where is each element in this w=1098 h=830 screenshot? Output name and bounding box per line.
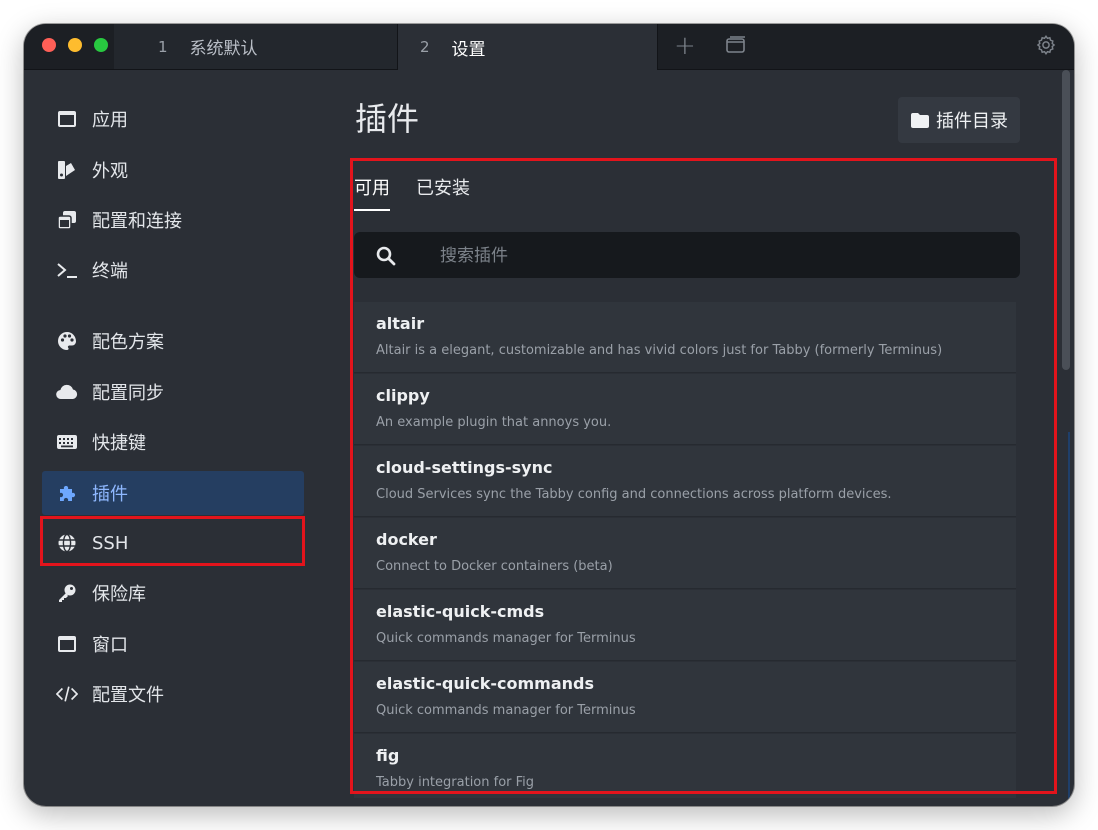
sidebar-item-label: 应用 [92, 110, 128, 131]
list-item[interactable]: docker Connect to Docker containers (bet… [354, 518, 1016, 589]
tab-installed[interactable]: 已安装 [416, 174, 470, 200]
tab-label: 设置 [451, 39, 486, 60]
tab-number: 2 [420, 38, 430, 56]
sidebar-item-label: SSH [92, 532, 129, 554]
plugin-description: An example plugin that annoys you. [376, 415, 612, 430]
tab-available[interactable]: 可用 [354, 174, 390, 200]
keyboard-icon [56, 431, 78, 453]
sidebar-item-app[interactable]: 应用 [42, 97, 304, 141]
key-icon [56, 582, 78, 604]
terminal-icon [56, 259, 78, 281]
sidebar-item-label: 配色方案 [92, 332, 164, 353]
title-bar: 1 系统默认 2 设置 + [24, 24, 1074, 70]
appearance-icon [56, 159, 78, 181]
sidebar-item-window[interactable]: 窗口 [42, 622, 304, 666]
plugin-description: Quick commands manager for Terminus [376, 631, 636, 646]
sidebar-item-label: 快捷键 [92, 433, 146, 454]
sidebar-item-color-scheme[interactable]: 配色方案 [42, 319, 304, 363]
gear-icon[interactable] [1035, 34, 1057, 56]
sidebar-item-label: 保险库 [92, 584, 146, 605]
sidebar-item-label: 插件 [92, 484, 128, 505]
maximize-window-button[interactable] [94, 38, 108, 52]
sidebar-item-vault[interactable]: 保险库 [42, 571, 304, 615]
close-window-button[interactable] [42, 38, 56, 52]
plugin-description: Connect to Docker containers (beta) [376, 559, 613, 574]
tab-default[interactable]: 1 系统默认 [114, 24, 398, 69]
sidebar-item-label: 窗口 [92, 635, 128, 656]
sidebar-item-plugins[interactable]: 插件 [42, 471, 304, 515]
sidebar-item-config-file[interactable]: 配置文件 [42, 672, 304, 716]
sidebar-item-label: 配置和连接 [92, 211, 182, 232]
plugin-name: fig [376, 746, 400, 765]
profiles-icon [56, 209, 78, 231]
tab-label: 系统默认 [189, 39, 258, 59]
plugin-description: Quick commands manager for Terminus [376, 703, 636, 718]
app-window: 1 系统默认 2 设置 + 应用 外观 配置和连接 终端 配色方案 配置同步 快… [24, 24, 1074, 806]
page-title: 插件 [355, 100, 420, 138]
plugin-directory-button[interactable]: 插件目录 [898, 97, 1020, 143]
plugin-search-box [354, 232, 1020, 280]
sidebar-item-appearance[interactable]: 外观 [42, 148, 304, 192]
cloud-icon [56, 381, 78, 403]
scrollbar-thumb[interactable] [1062, 70, 1070, 370]
list-item[interactable]: elastic-quick-cmds Quick commands manage… [354, 590, 1016, 661]
window-icon[interactable] [726, 36, 746, 54]
sidebar-item-label: 终端 [92, 261, 128, 282]
sidebar-item-terminal[interactable]: 终端 [42, 248, 304, 292]
sidebar-item-label: 配置文件 [92, 685, 164, 706]
plus-icon[interactable]: + [674, 33, 696, 59]
sidebar-item-label: 外观 [92, 161, 128, 182]
scrollbar-accent [1068, 432, 1070, 806]
list-item[interactable]: fig Tabby integration for Fig [354, 734, 1016, 798]
list-item[interactable]: clippy An example plugin that annoys you… [354, 374, 1016, 445]
settings-sidebar: 应用 外观 配置和连接 终端 配色方案 配置同步 快捷键 插件 SSH 保险库 … [24, 70, 324, 806]
sidebar-item-hotkeys[interactable]: 快捷键 [42, 420, 304, 464]
plugin-name: docker [376, 530, 437, 549]
puzzle-icon [56, 482, 78, 504]
sidebar-item-profiles[interactable]: 配置和连接 [42, 198, 304, 242]
plugin-description: Altair is a elegant, customizable and ha… [376, 343, 943, 358]
plugin-name: elastic-quick-commands [376, 674, 594, 693]
folder-icon [911, 112, 929, 128]
window-icon [56, 633, 78, 655]
palette-icon [56, 330, 78, 352]
active-tab-underline [354, 209, 390, 211]
search-input[interactable] [438, 232, 1002, 280]
plugin-name: altair [376, 314, 425, 333]
plugin-list: altair Altair is a elegant, customizable… [354, 302, 1016, 798]
sidebar-item-label: 配置同步 [92, 383, 164, 404]
list-item[interactable]: cloud-settings-sync Cloud Services sync … [354, 446, 1016, 517]
list-item[interactable]: altair Altair is a elegant, customizable… [354, 302, 1016, 373]
tab-settings[interactable]: 2 设置 [398, 24, 658, 70]
search-icon [376, 246, 396, 266]
plugin-description: Tabby integration for Fig [376, 775, 535, 790]
tab-number: 1 [158, 37, 168, 56]
plugin-description: Cloud Services sync the Tabby config and… [376, 487, 892, 502]
minimize-window-button[interactable] [68, 38, 82, 52]
plugin-name: elastic-quick-cmds [376, 602, 545, 621]
plugin-name: clippy [376, 386, 430, 405]
globe-icon [56, 532, 78, 554]
app-window-icon [56, 108, 78, 130]
sidebar-item-ssh[interactable]: SSH [42, 521, 304, 565]
code-icon [56, 683, 78, 705]
list-item[interactable]: elastic-quick-commands Quick commands ma… [354, 662, 1016, 733]
sidebar-item-config-sync[interactable]: 配置同步 [42, 370, 304, 414]
plugin-name: cloud-settings-sync [376, 458, 553, 477]
plugin-directory-label: 插件目录 [936, 111, 1008, 132]
